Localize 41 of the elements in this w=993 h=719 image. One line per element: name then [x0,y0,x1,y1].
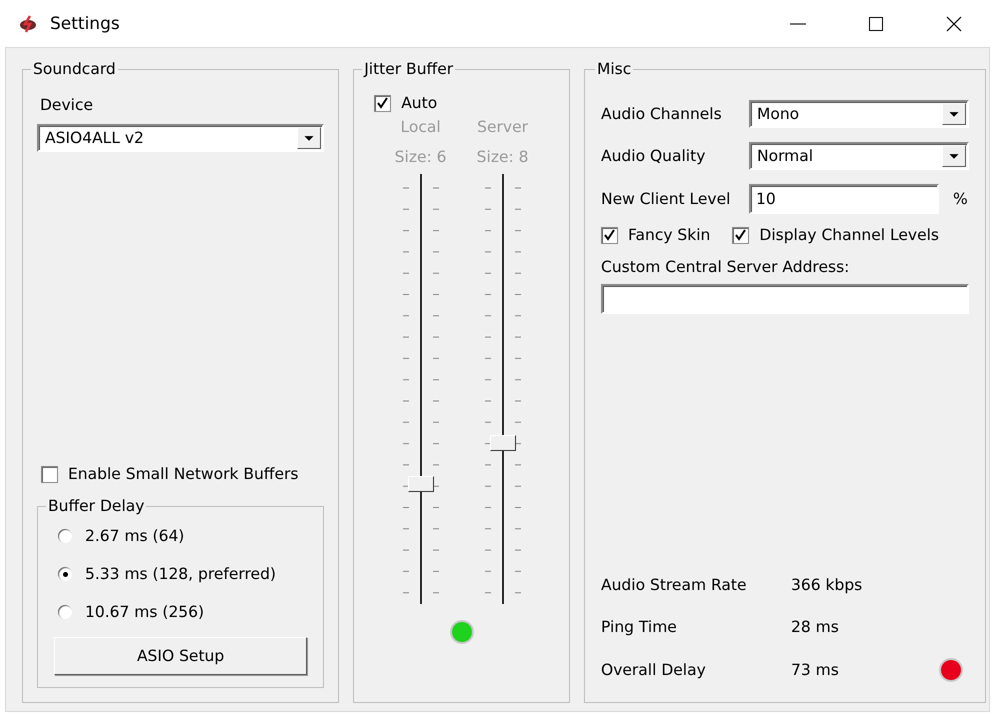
radio-button[interactable]: 10.67 ms (256) [58,603,308,621]
stat-value: 73 ms [791,661,840,679]
stat-value: 366 kbps [791,576,862,594]
checkbox[interactable]: Display Channel Levels [732,226,940,244]
group-title: Misc [596,60,632,78]
field-label: Custom Central Server Address: [601,258,850,276]
input-field[interactable]: 10 [749,184,939,214]
radio-button[interactable]: 2.67 ms (64) [58,527,308,545]
stat-label: Overall Delay [601,661,707,679]
field-label: Device [40,96,94,114]
minimize-icon [790,22,806,24]
dropdown[interactable]: Normal [749,142,969,170]
app-icon [18,14,38,34]
stat-label: Ping Time [601,618,678,636]
checkbox[interactable]: Enable Small Network Buffers [41,465,298,483]
group-title: Soundcard [32,60,117,78]
size-label: Size: 8 [476,148,528,166]
caret-icon [297,127,322,149]
dropdown[interactable]: ASIO4ALL v2 [37,124,324,152]
field-label: New Client Level [601,190,732,208]
group-title: Buffer Delay [47,497,146,515]
slider-label: Local [400,118,441,136]
radio-button[interactable]: 5.33 ms (128, preferred) [58,565,308,583]
input-field[interactable] [601,284,969,314]
window-title: Settings [50,14,120,34]
field-label: Audio Quality [601,147,706,165]
slider-label: Server [477,118,528,136]
group-title: Jitter Buffer [362,60,454,78]
maximize-icon [868,16,884,32]
checkbox[interactable]: Fancy Skin [601,226,710,244]
caret-icon [942,103,966,125]
caret-icon [942,145,966,167]
dropdown[interactable]: Mono [749,100,969,128]
size-label: Size: 6 [394,148,446,166]
unit-label: % [953,190,968,208]
checkbox[interactable]: Auto [374,94,438,112]
asio-setup-button[interactable]: ASIO Setup [54,637,308,675]
stat-label: Audio Stream Rate [601,576,748,594]
field-label: Audio Channels [601,105,723,123]
close-icon [946,16,962,32]
stat-value: 28 ms [791,618,840,636]
